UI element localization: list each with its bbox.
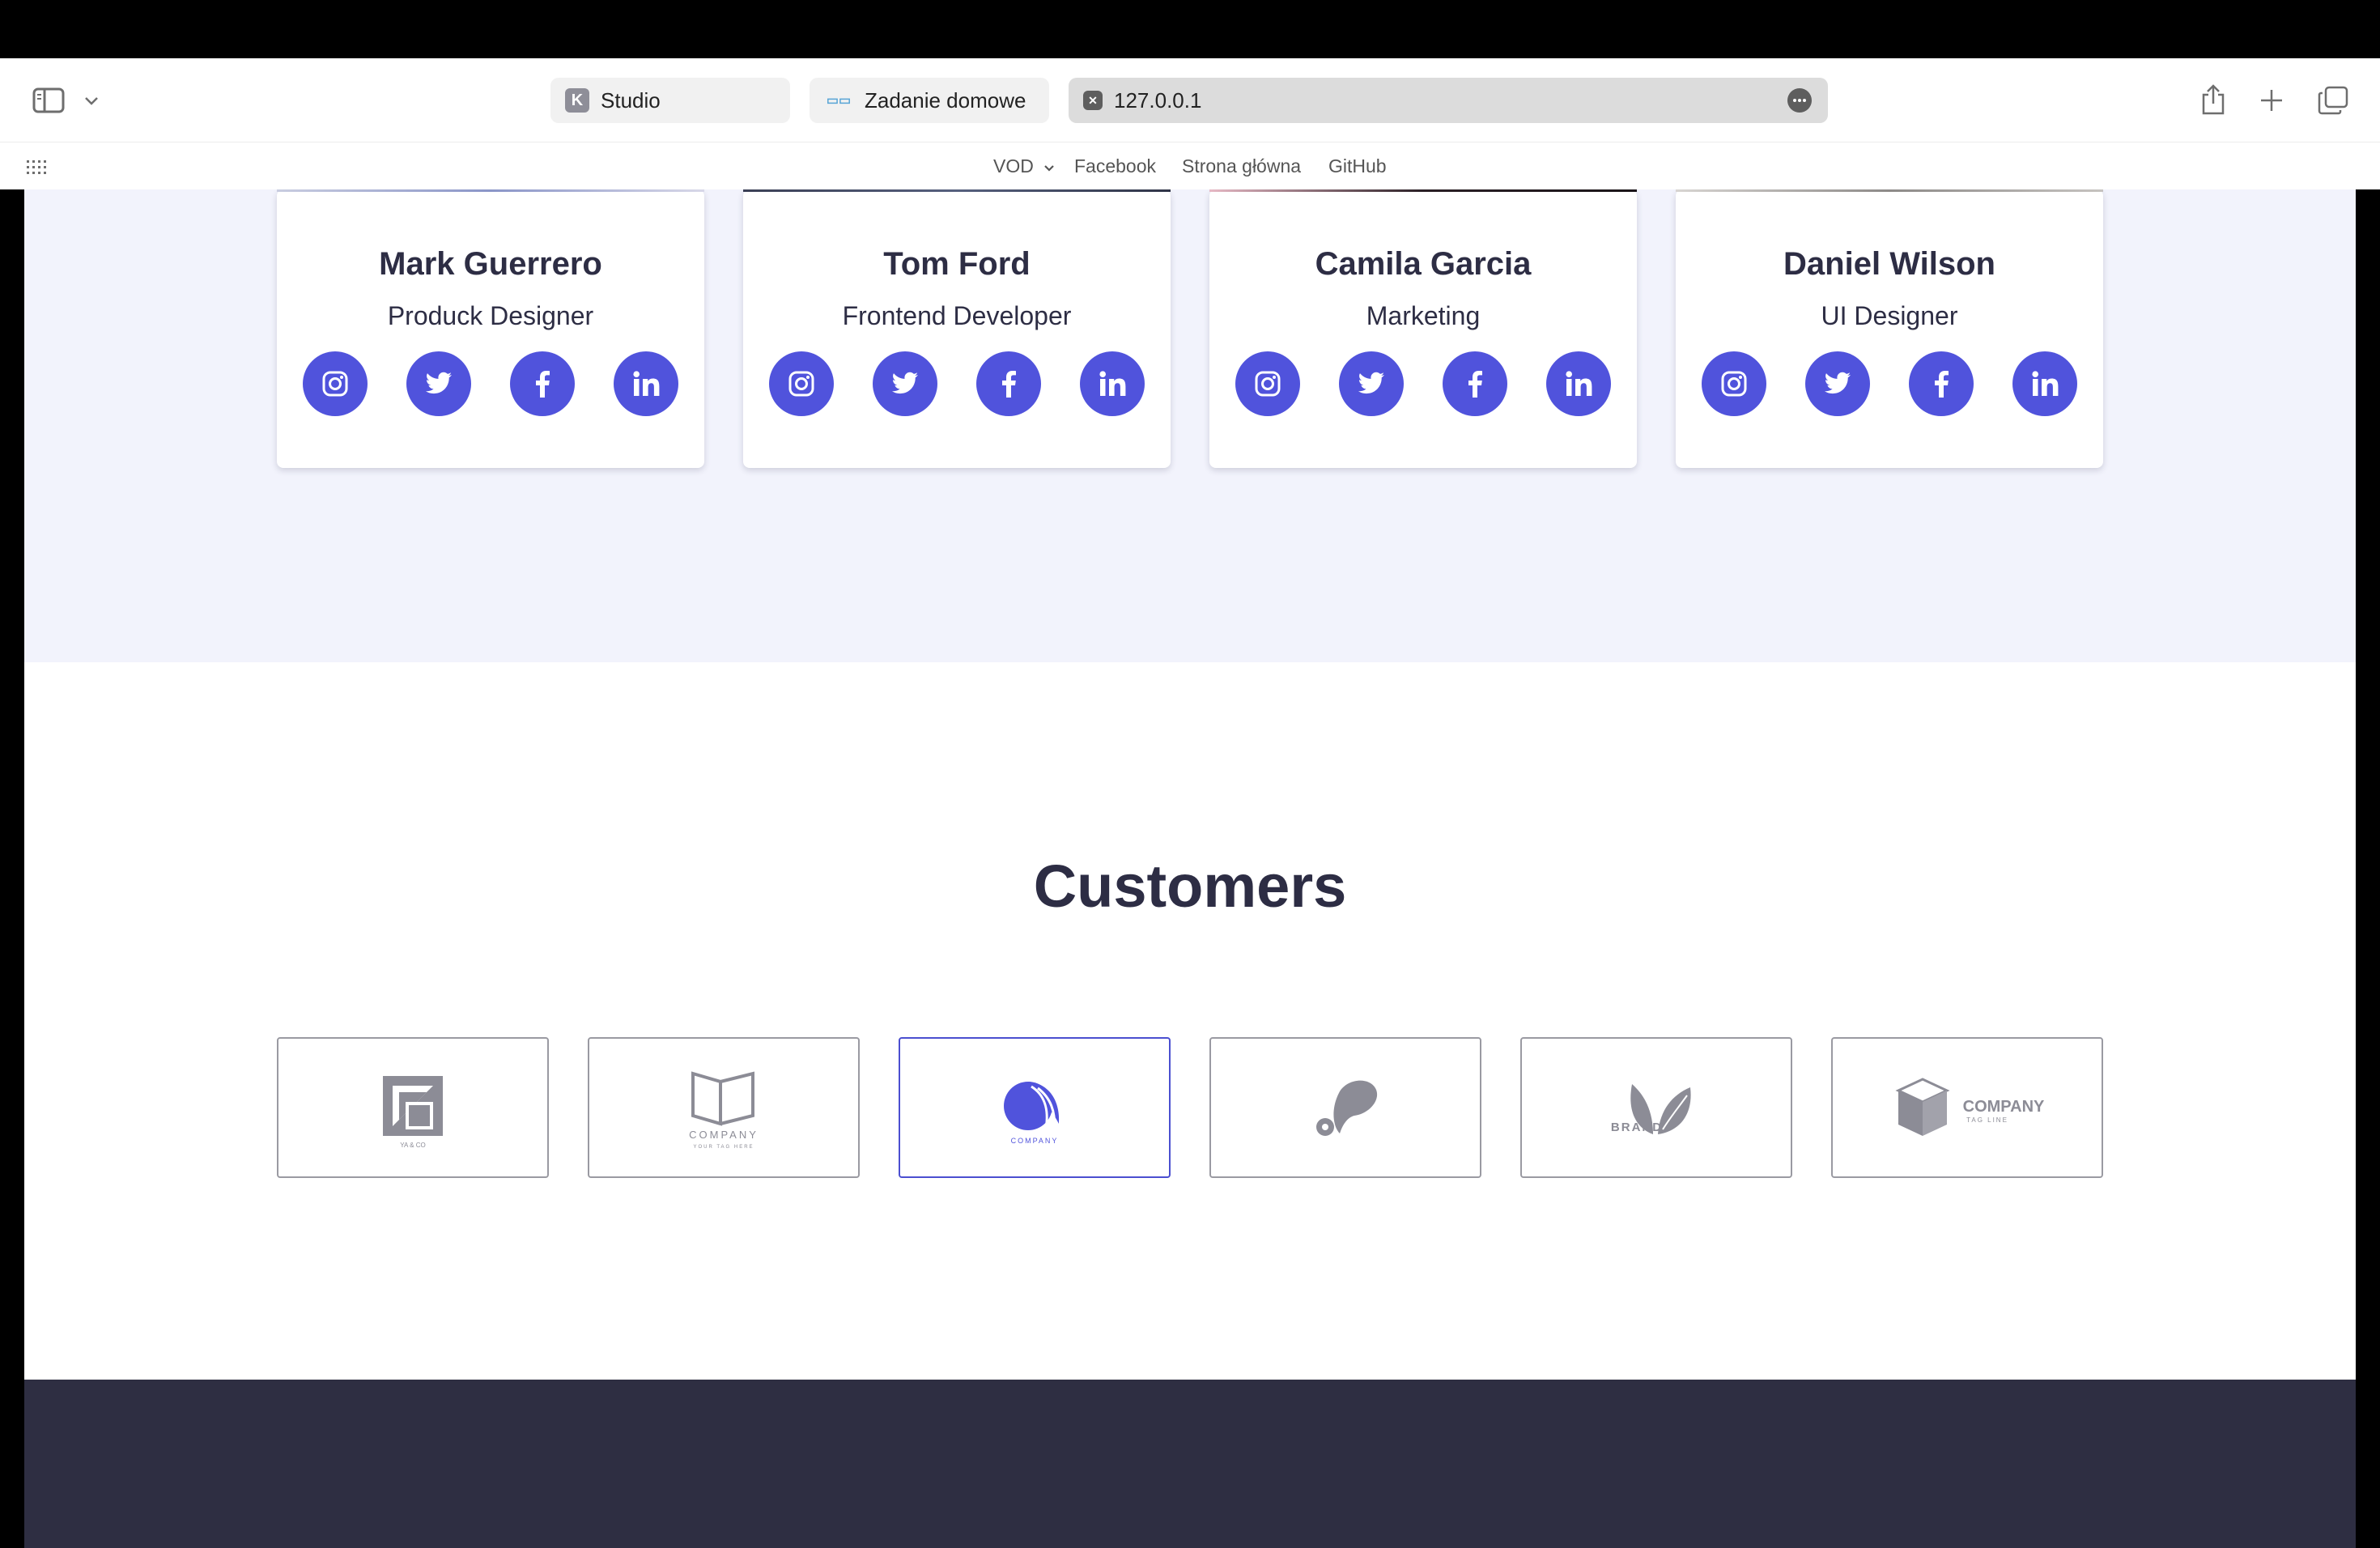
team-card: Camila Garcia Marketing	[1209, 189, 1637, 468]
svg-text:YOUR TAG HERE: YOUR TAG HERE	[693, 1145, 754, 1150]
social-links	[769, 351, 1145, 416]
favorite-vod[interactable]: VOD	[993, 155, 1055, 177]
team-member-role: UI Designer	[1821, 301, 1958, 330]
team-member-name: Daniel Wilson	[1783, 246, 1995, 282]
favorite-home[interactable]: Strona główna	[1182, 155, 1301, 177]
share-icon[interactable]	[2195, 81, 2231, 118]
customer-logo-blob[interactable]	[1209, 1037, 1481, 1178]
team-member-role: Marketing	[1366, 301, 1481, 330]
instagram-icon[interactable]	[303, 351, 368, 416]
facebook-icon[interactable]	[1909, 351, 1974, 416]
web-page: Mark Guerrero Produck Designer Tom Ford …	[24, 189, 2356, 1548]
new-tab-icon[interactable]	[2255, 84, 2288, 117]
team-photo	[277, 189, 704, 192]
chevron-down-icon	[1043, 155, 1055, 177]
team-card: Tom Ford Frontend Developer	[743, 189, 1171, 468]
twitter-icon[interactable]	[406, 351, 471, 416]
customer-logo-company-book[interactable]: COMPANY YOUR TAG HERE	[588, 1037, 860, 1178]
svg-text:COMPANY: COMPANY	[1963, 1098, 2045, 1116]
twitter-icon[interactable]	[1339, 351, 1404, 416]
browser-toolbar: K Studio ▭▭ Zadanie domowe ✕ 127.0.0.1	[0, 58, 2380, 142]
customer-logo-brand[interactable]: BRAND	[1520, 1037, 1792, 1178]
page-footer	[24, 1380, 2356, 1548]
svg-text:TAG LINE: TAG LINE	[1966, 1116, 2008, 1124]
sidebar-toggle-icon[interactable]	[31, 84, 66, 117]
team-card: Mark Guerrero Produck Designer	[277, 189, 704, 468]
svg-text:YA & CO: YA & CO	[400, 1142, 425, 1149]
linkedin-icon[interactable]	[614, 351, 678, 416]
svg-text:COMPANY: COMPANY	[689, 1129, 759, 1141]
customer-logo-ya-co[interactable]: YA & CO	[277, 1037, 549, 1178]
social-links	[1702, 351, 2077, 416]
studio-favicon-icon: K	[565, 88, 589, 113]
system-top-bar	[0, 0, 2380, 58]
favorite-github[interactable]: GitHub	[1328, 155, 1387, 177]
favorite-vod-label: VOD	[993, 155, 1034, 176]
tab-address-bar[interactable]: ✕ 127.0.0.1	[1069, 78, 1828, 123]
customer-logo-company-shell[interactable]: COMPANY	[899, 1037, 1171, 1178]
tab-label: Studio	[601, 87, 661, 113]
social-links	[303, 351, 678, 416]
twitter-icon[interactable]	[873, 351, 937, 416]
favorites-bar: VOD Facebook Strona główna GitHub	[0, 142, 2380, 189]
customer-logo-company-box[interactable]: COMPANY TAG LINE	[1831, 1037, 2103, 1178]
zadanie-favicon-icon: ▭▭	[826, 94, 852, 108]
more-options-icon[interactable]	[1787, 88, 1812, 113]
instagram-icon[interactable]	[1702, 351, 1766, 416]
svg-text:BRAND: BRAND	[1611, 1121, 1663, 1134]
cube-logo-icon: COMPANY TAG LINE	[1895, 1078, 2045, 1136]
shell-logo-icon: COMPANY	[1004, 1082, 1060, 1145]
team-member-role: Frontend Developer	[842, 301, 1072, 330]
tab-studio[interactable]: K Studio	[550, 78, 790, 123]
blob-logo-icon	[1316, 1080, 1378, 1136]
linkedin-icon[interactable]	[1546, 351, 1611, 416]
tab-label: Zadanie domowe	[865, 87, 1026, 113]
team-member-name: Camila Garcia	[1315, 246, 1532, 282]
team-member-name: Tom Ford	[883, 246, 1031, 282]
close-tab-icon[interactable]: ✕	[1083, 91, 1103, 110]
linkedin-icon[interactable]	[2012, 351, 2077, 416]
instagram-icon[interactable]	[1235, 351, 1300, 416]
browser-chrome: K Studio ▭▭ Zadanie domowe ✕ 127.0.0.1 V…	[0, 58, 2380, 189]
chevron-down-icon[interactable]	[81, 91, 102, 112]
address-text: 127.0.0.1	[1114, 87, 1202, 113]
team-photo	[1676, 189, 2103, 192]
tab-overview-icon[interactable]	[2315, 84, 2351, 117]
team-photo	[1209, 189, 1637, 192]
open-book-logo-icon: COMPANY YOUR TAG HERE	[689, 1071, 759, 1150]
favorite-facebook[interactable]: Facebook	[1074, 155, 1156, 177]
leaf-brand-logo-icon: BRAND	[1611, 1084, 1691, 1134]
facebook-icon[interactable]	[1443, 351, 1507, 416]
facebook-icon[interactable]	[510, 351, 575, 416]
team-card: Daniel Wilson UI Designer	[1676, 189, 2103, 468]
twitter-icon[interactable]	[1805, 351, 1870, 416]
apps-grid-icon[interactable]	[24, 155, 49, 180]
facebook-icon[interactable]	[976, 351, 1041, 416]
linkedin-icon[interactable]	[1080, 351, 1145, 416]
customers-heading: Customers	[1033, 853, 1347, 920]
social-links	[1235, 351, 1611, 416]
team-member-name: Mark Guerrero	[379, 246, 602, 282]
square-logo-icon: YA & CO	[383, 1076, 443, 1149]
team-photo	[743, 189, 1171, 192]
team-member-role: Produck Designer	[387, 301, 594, 330]
tab-zadanie-domowe[interactable]: ▭▭ Zadanie domowe	[810, 78, 1049, 123]
svg-text:COMPANY: COMPANY	[1011, 1137, 1059, 1145]
instagram-icon[interactable]	[769, 351, 834, 416]
